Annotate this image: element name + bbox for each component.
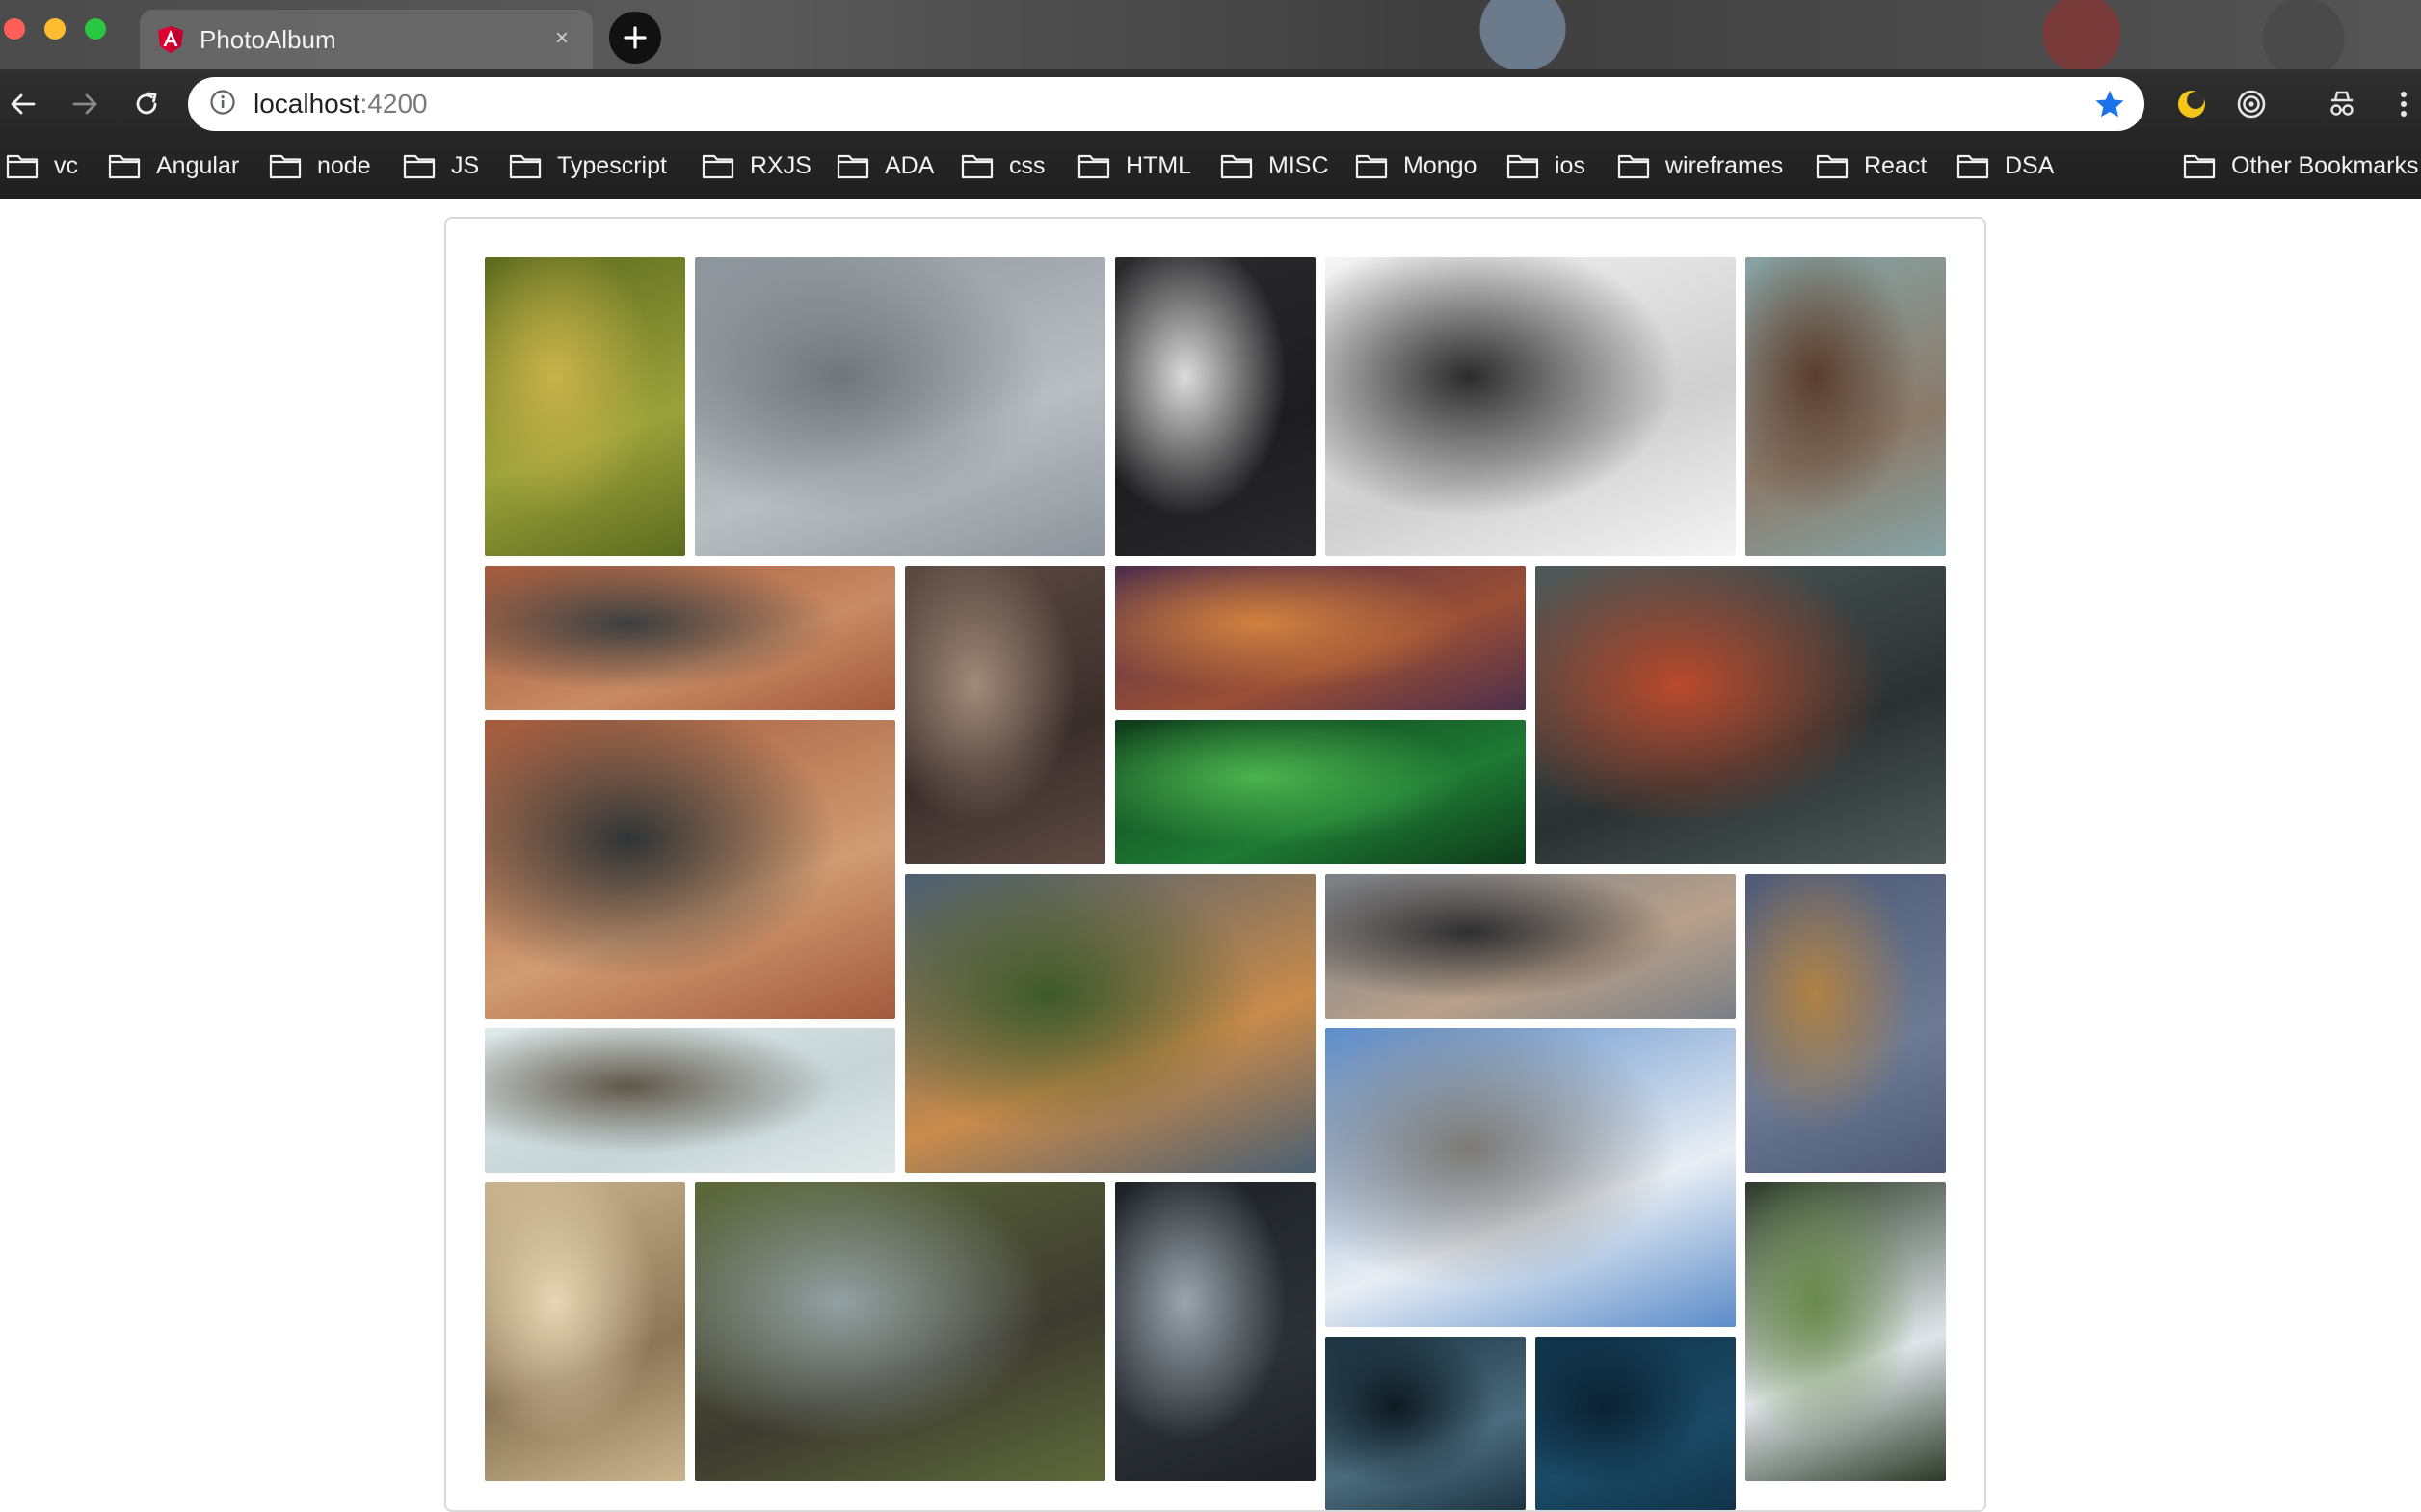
photo-tree-avenue[interactable]: [905, 874, 1316, 1173]
bookmark-folder-ios[interactable]: ios: [1506, 145, 1585, 187]
arrow-left-icon: [11, 93, 36, 115]
bookmark-folder-vc[interactable]: vc: [6, 145, 78, 187]
folder-icon: [1220, 154, 1253, 179]
reload-icon: [136, 92, 157, 115]
folder-icon: [837, 154, 869, 179]
bookmark-label: css: [1009, 151, 1046, 179]
reload-button[interactable]: [125, 83, 168, 125]
incognito-profile-icon[interactable]: [2321, 83, 2363, 125]
bookmark-folder-angular[interactable]: Angular: [108, 145, 239, 187]
bookmark-folder-misc[interactable]: MISC: [1220, 145, 1329, 187]
folder-icon: [2183, 154, 2216, 179]
folder-icon: [6, 154, 39, 179]
window-close-button[interactable]: [4, 18, 25, 40]
bookmark-label: React: [1864, 151, 1928, 179]
photo-waterfall[interactable]: [1745, 1182, 1946, 1481]
folder-icon: [509, 154, 542, 179]
bookmark-label: node: [317, 151, 371, 179]
photo-sand-dunes[interactable]: [1745, 874, 1946, 1173]
bookmark-folder-html[interactable]: HTML: [1077, 145, 1191, 187]
photo-moss-tree[interactable]: [485, 257, 685, 556]
folder-icon: [108, 154, 141, 179]
url-host: localhost: [253, 89, 360, 119]
bookmark-folder-js[interactable]: JS: [403, 145, 479, 187]
folder-icon: [702, 154, 734, 179]
photo-night-sky[interactable]: [1535, 1337, 1736, 1510]
plus-icon: [624, 26, 647, 49]
extension-target-icon[interactable]: [2230, 83, 2273, 125]
bookmark-folder-wireframes[interactable]: wireframes: [1617, 145, 1783, 187]
forward-button[interactable]: [64, 83, 106, 125]
folder-icon: [1617, 154, 1650, 179]
tab-close-icon[interactable]: ×: [548, 25, 575, 52]
photo-husky-dog[interactable]: [905, 566, 1105, 864]
bookmark-label: DSA: [2005, 151, 2055, 179]
folder-icon: [1355, 154, 1388, 179]
folder-icon: [1506, 154, 1539, 179]
photo-cn-tower[interactable]: [1115, 1182, 1316, 1481]
browser-menu-icon[interactable]: [2382, 83, 2421, 125]
photo-leather-wallet-2[interactable]: [485, 720, 895, 1019]
back-button[interactable]: [2, 83, 44, 125]
folder-icon: [961, 154, 994, 179]
url-port: :4200: [359, 89, 428, 119]
window-maximize-button[interactable]: [85, 18, 106, 40]
photo-feet-bw[interactable]: [1325, 257, 1736, 556]
bookmark-folder-other[interactable]: Other Bookmarks: [2183, 145, 2419, 187]
photo-dark-clouds[interactable]: [1325, 1337, 1526, 1510]
photo-album-card: [444, 217, 1986, 1512]
new-tab-button[interactable]: [609, 12, 661, 64]
bookmark-label: Mongo: [1403, 151, 1477, 179]
photo-deer[interactable]: [485, 1182, 685, 1481]
browser-chrome: PhotoAlbum × localhost:4200 vc Angular n…: [0, 0, 2421, 199]
bookmark-label: ios: [1555, 151, 1585, 179]
bookmark-label: Angular: [156, 151, 240, 179]
bookmark-folder-dsa[interactable]: DSA: [1956, 145, 2054, 187]
bookmark-label: RXJS: [750, 151, 811, 179]
photo-rain-window[interactable]: [1535, 566, 1946, 864]
folder-icon: [403, 154, 436, 179]
photo-city-clouds[interactable]: [1325, 1028, 1736, 1327]
bookmark-label: wireframes: [1665, 151, 1784, 179]
photo-canyon-river[interactable]: [695, 1182, 1105, 1481]
tab-photoalbum[interactable]: PhotoAlbum ×: [140, 10, 593, 69]
photo-seagulls-swans[interactable]: [695, 257, 1105, 556]
photo-leather-wallet-1[interactable]: [485, 566, 895, 710]
folder-icon: [1956, 154, 1989, 179]
photo-volcano-mountain[interactable]: [1745, 257, 1946, 556]
bookmark-label: Other Bookmarks: [2231, 151, 2419, 179]
angular-logo-icon: [157, 25, 184, 54]
arrow-right-icon: [72, 93, 97, 115]
folder-icon: [1077, 154, 1110, 179]
url-text: localhost:4200: [253, 89, 428, 119]
page-content: [0, 199, 2421, 1512]
bookmark-label: ADA: [885, 151, 935, 179]
window-minimize-button[interactable]: [44, 18, 66, 40]
bookmark-folder-ada[interactable]: ADA: [837, 145, 934, 187]
bookmark-folder-node[interactable]: node: [269, 145, 371, 187]
bookmark-label: JS: [451, 151, 480, 179]
photo-tunnel-silhouette[interactable]: [1115, 257, 1316, 556]
photo-blurred-tower[interactable]: [485, 1028, 895, 1173]
folder-icon: [269, 154, 302, 179]
bookmark-folder-mongo[interactable]: Mongo: [1355, 145, 1477, 187]
tab-title: PhotoAlbum: [200, 24, 336, 54]
bookmarks-bar: vc Angular node JS Typescript RXJS ADA c…: [0, 145, 2421, 187]
photo-aurora[interactable]: [1115, 720, 1526, 864]
bookmark-folder-rxjs[interactable]: RXJS: [702, 145, 811, 187]
bookmark-label: Typescript: [557, 151, 667, 179]
bookmark-label: vc: [54, 151, 78, 179]
bookmark-folder-react[interactable]: React: [1816, 145, 1927, 187]
folder-icon: [1816, 154, 1849, 179]
photo-desert-sunset[interactable]: [1115, 566, 1526, 710]
bookmark-folder-typescript[interactable]: Typescript: [509, 145, 667, 187]
bookmark-folder-css[interactable]: css: [961, 145, 1046, 187]
bookmark-label: HTML: [1126, 151, 1192, 179]
info-icon[interactable]: [209, 89, 236, 120]
extension-moon-icon[interactable]: [2170, 83, 2213, 125]
address-bar[interactable]: localhost:4200: [188, 77, 2144, 131]
bookmark-label: MISC: [1268, 151, 1329, 179]
photo-camera-hands[interactable]: [1325, 874, 1736, 1019]
bookmark-star-icon[interactable]: [2094, 89, 2125, 124]
